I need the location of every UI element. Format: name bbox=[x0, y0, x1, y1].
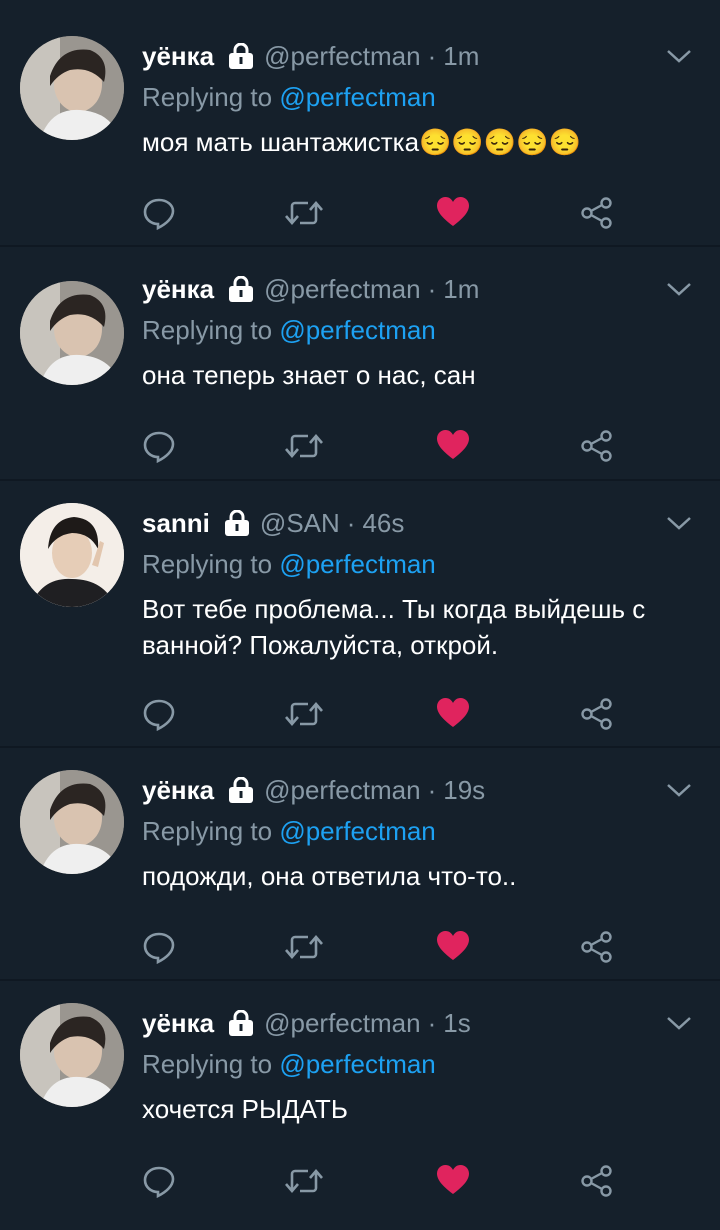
lock-icon bbox=[226, 276, 256, 302]
separator-dot: · bbox=[427, 774, 437, 805]
tweet-text: хочется РЫДАТЬ bbox=[142, 1094, 348, 1124]
replying-to: Replying to @perfectman bbox=[142, 549, 700, 583]
mention-link[interactable]: @perfectman bbox=[279, 82, 435, 112]
display-name[interactable]: уёнка bbox=[142, 274, 214, 305]
chevron-down-icon[interactable] bbox=[666, 1015, 692, 1036]
retweet-icon[interactable] bbox=[284, 697, 324, 736]
tweet-header: sanni @SAN · 46s bbox=[142, 505, 700, 541]
timestamp[interactable]: 1m bbox=[443, 274, 479, 305]
handle[interactable]: @perfectman bbox=[264, 274, 420, 305]
retweet-icon[interactable] bbox=[284, 196, 324, 235]
retweet-icon[interactable] bbox=[284, 1164, 324, 1203]
timestamp[interactable]: 19s bbox=[443, 775, 485, 806]
comment-icon[interactable] bbox=[142, 930, 176, 969]
chevron-down-icon[interactable] bbox=[666, 281, 692, 302]
heart-icon[interactable] bbox=[436, 1164, 470, 1201]
tweet[interactable]: уёнка @perfectman · 1m Replying to @perf… bbox=[0, 247, 720, 481]
display-name[interactable]: уёнка bbox=[142, 1008, 214, 1039]
share-icon[interactable] bbox=[580, 697, 614, 736]
handle[interactable]: @perfectman bbox=[264, 41, 420, 72]
share-icon[interactable] bbox=[580, 196, 614, 235]
lock-icon bbox=[226, 43, 256, 69]
retweet-icon[interactable] bbox=[284, 930, 324, 969]
replying-to: Replying to @perfectman bbox=[142, 1049, 700, 1083]
avatar[interactable] bbox=[20, 36, 124, 140]
timestamp[interactable]: 46s bbox=[362, 508, 404, 539]
lock-icon bbox=[226, 1010, 256, 1036]
heart-icon[interactable] bbox=[436, 697, 470, 734]
replying-to: Replying to @perfectman bbox=[142, 82, 700, 116]
heart-icon[interactable] bbox=[436, 930, 470, 967]
replying-to-label: Replying to bbox=[142, 315, 273, 345]
tweet-text: подожди, она ответила что-то.. bbox=[142, 861, 517, 891]
comment-icon[interactable] bbox=[142, 1164, 176, 1203]
tweet-header: уёнка @perfectman · 1m bbox=[142, 38, 700, 74]
replying-to-label: Replying to bbox=[142, 816, 273, 846]
chevron-down-icon[interactable] bbox=[666, 515, 692, 536]
mention-link[interactable]: @perfectman bbox=[279, 315, 435, 345]
tweet[interactable]: уёнка @perfectman · 1s Replying to @perf… bbox=[0, 981, 720, 1230]
mention-link[interactable]: @perfectman bbox=[279, 816, 435, 846]
timestamp[interactable]: 1m bbox=[443, 41, 479, 72]
handle[interactable]: @perfectman bbox=[264, 775, 420, 806]
tweet[interactable]: уёнка @perfectman · 19s Replying to @per… bbox=[0, 748, 720, 981]
mention-link[interactable]: @perfectman bbox=[279, 1049, 435, 1079]
share-icon[interactable] bbox=[580, 429, 614, 468]
tweet-header: уёнка @perfectman · 19s bbox=[142, 772, 700, 808]
chevron-down-icon[interactable] bbox=[666, 782, 692, 803]
display-name[interactable]: sanni bbox=[142, 508, 210, 539]
chevron-down-icon[interactable] bbox=[666, 48, 692, 69]
tweet-text: моя мать шантажистка😔😔😔😔😔 bbox=[142, 127, 581, 157]
separator-dot: · bbox=[427, 273, 437, 304]
avatar[interactable] bbox=[20, 1003, 124, 1107]
handle[interactable]: @SAN bbox=[260, 508, 340, 539]
comment-icon[interactable] bbox=[142, 196, 176, 235]
replying-to: Replying to @perfectman bbox=[142, 315, 700, 349]
separator-dot: · bbox=[346, 507, 356, 538]
separator-dot: · bbox=[427, 1007, 437, 1038]
tweet-text: она теперь знает о нас, сан bbox=[142, 360, 476, 390]
separator-dot: · bbox=[427, 40, 437, 71]
avatar[interactable] bbox=[20, 281, 124, 385]
tweet-header: уёнка @perfectman · 1s bbox=[142, 1005, 700, 1041]
replying-to-label: Replying to bbox=[142, 1049, 273, 1079]
comment-icon[interactable] bbox=[142, 429, 176, 468]
heart-icon[interactable] bbox=[436, 429, 470, 466]
tweet-header: уёнка @perfectman · 1m bbox=[142, 271, 700, 307]
display-name[interactable]: уёнка bbox=[142, 41, 214, 72]
replying-to-label: Replying to bbox=[142, 82, 273, 112]
share-icon[interactable] bbox=[580, 1164, 614, 1203]
display-name[interactable]: уёнка bbox=[142, 775, 214, 806]
handle[interactable]: @perfectman bbox=[264, 1008, 420, 1039]
avatar[interactable] bbox=[20, 503, 124, 607]
lock-icon bbox=[222, 510, 252, 536]
comment-icon[interactable] bbox=[142, 697, 176, 736]
timestamp[interactable]: 1s bbox=[443, 1008, 470, 1039]
avatar[interactable] bbox=[20, 770, 124, 874]
mention-link[interactable]: @perfectman bbox=[279, 549, 435, 579]
replying-to: Replying to @perfectman bbox=[142, 816, 700, 850]
tweet[interactable]: sanni @SAN · 46s Replying to @perfectman… bbox=[0, 481, 720, 748]
lock-icon bbox=[226, 777, 256, 803]
retweet-icon[interactable] bbox=[284, 429, 324, 468]
tweet[interactable]: уёнка @perfectman · 1m Replying to @perf… bbox=[0, 0, 720, 247]
tweet-text: Вот тебе проблема... Ты когда выйдешь с … bbox=[142, 594, 646, 660]
replying-to-label: Replying to bbox=[142, 549, 273, 579]
heart-icon[interactable] bbox=[436, 196, 470, 233]
share-icon[interactable] bbox=[580, 930, 614, 969]
